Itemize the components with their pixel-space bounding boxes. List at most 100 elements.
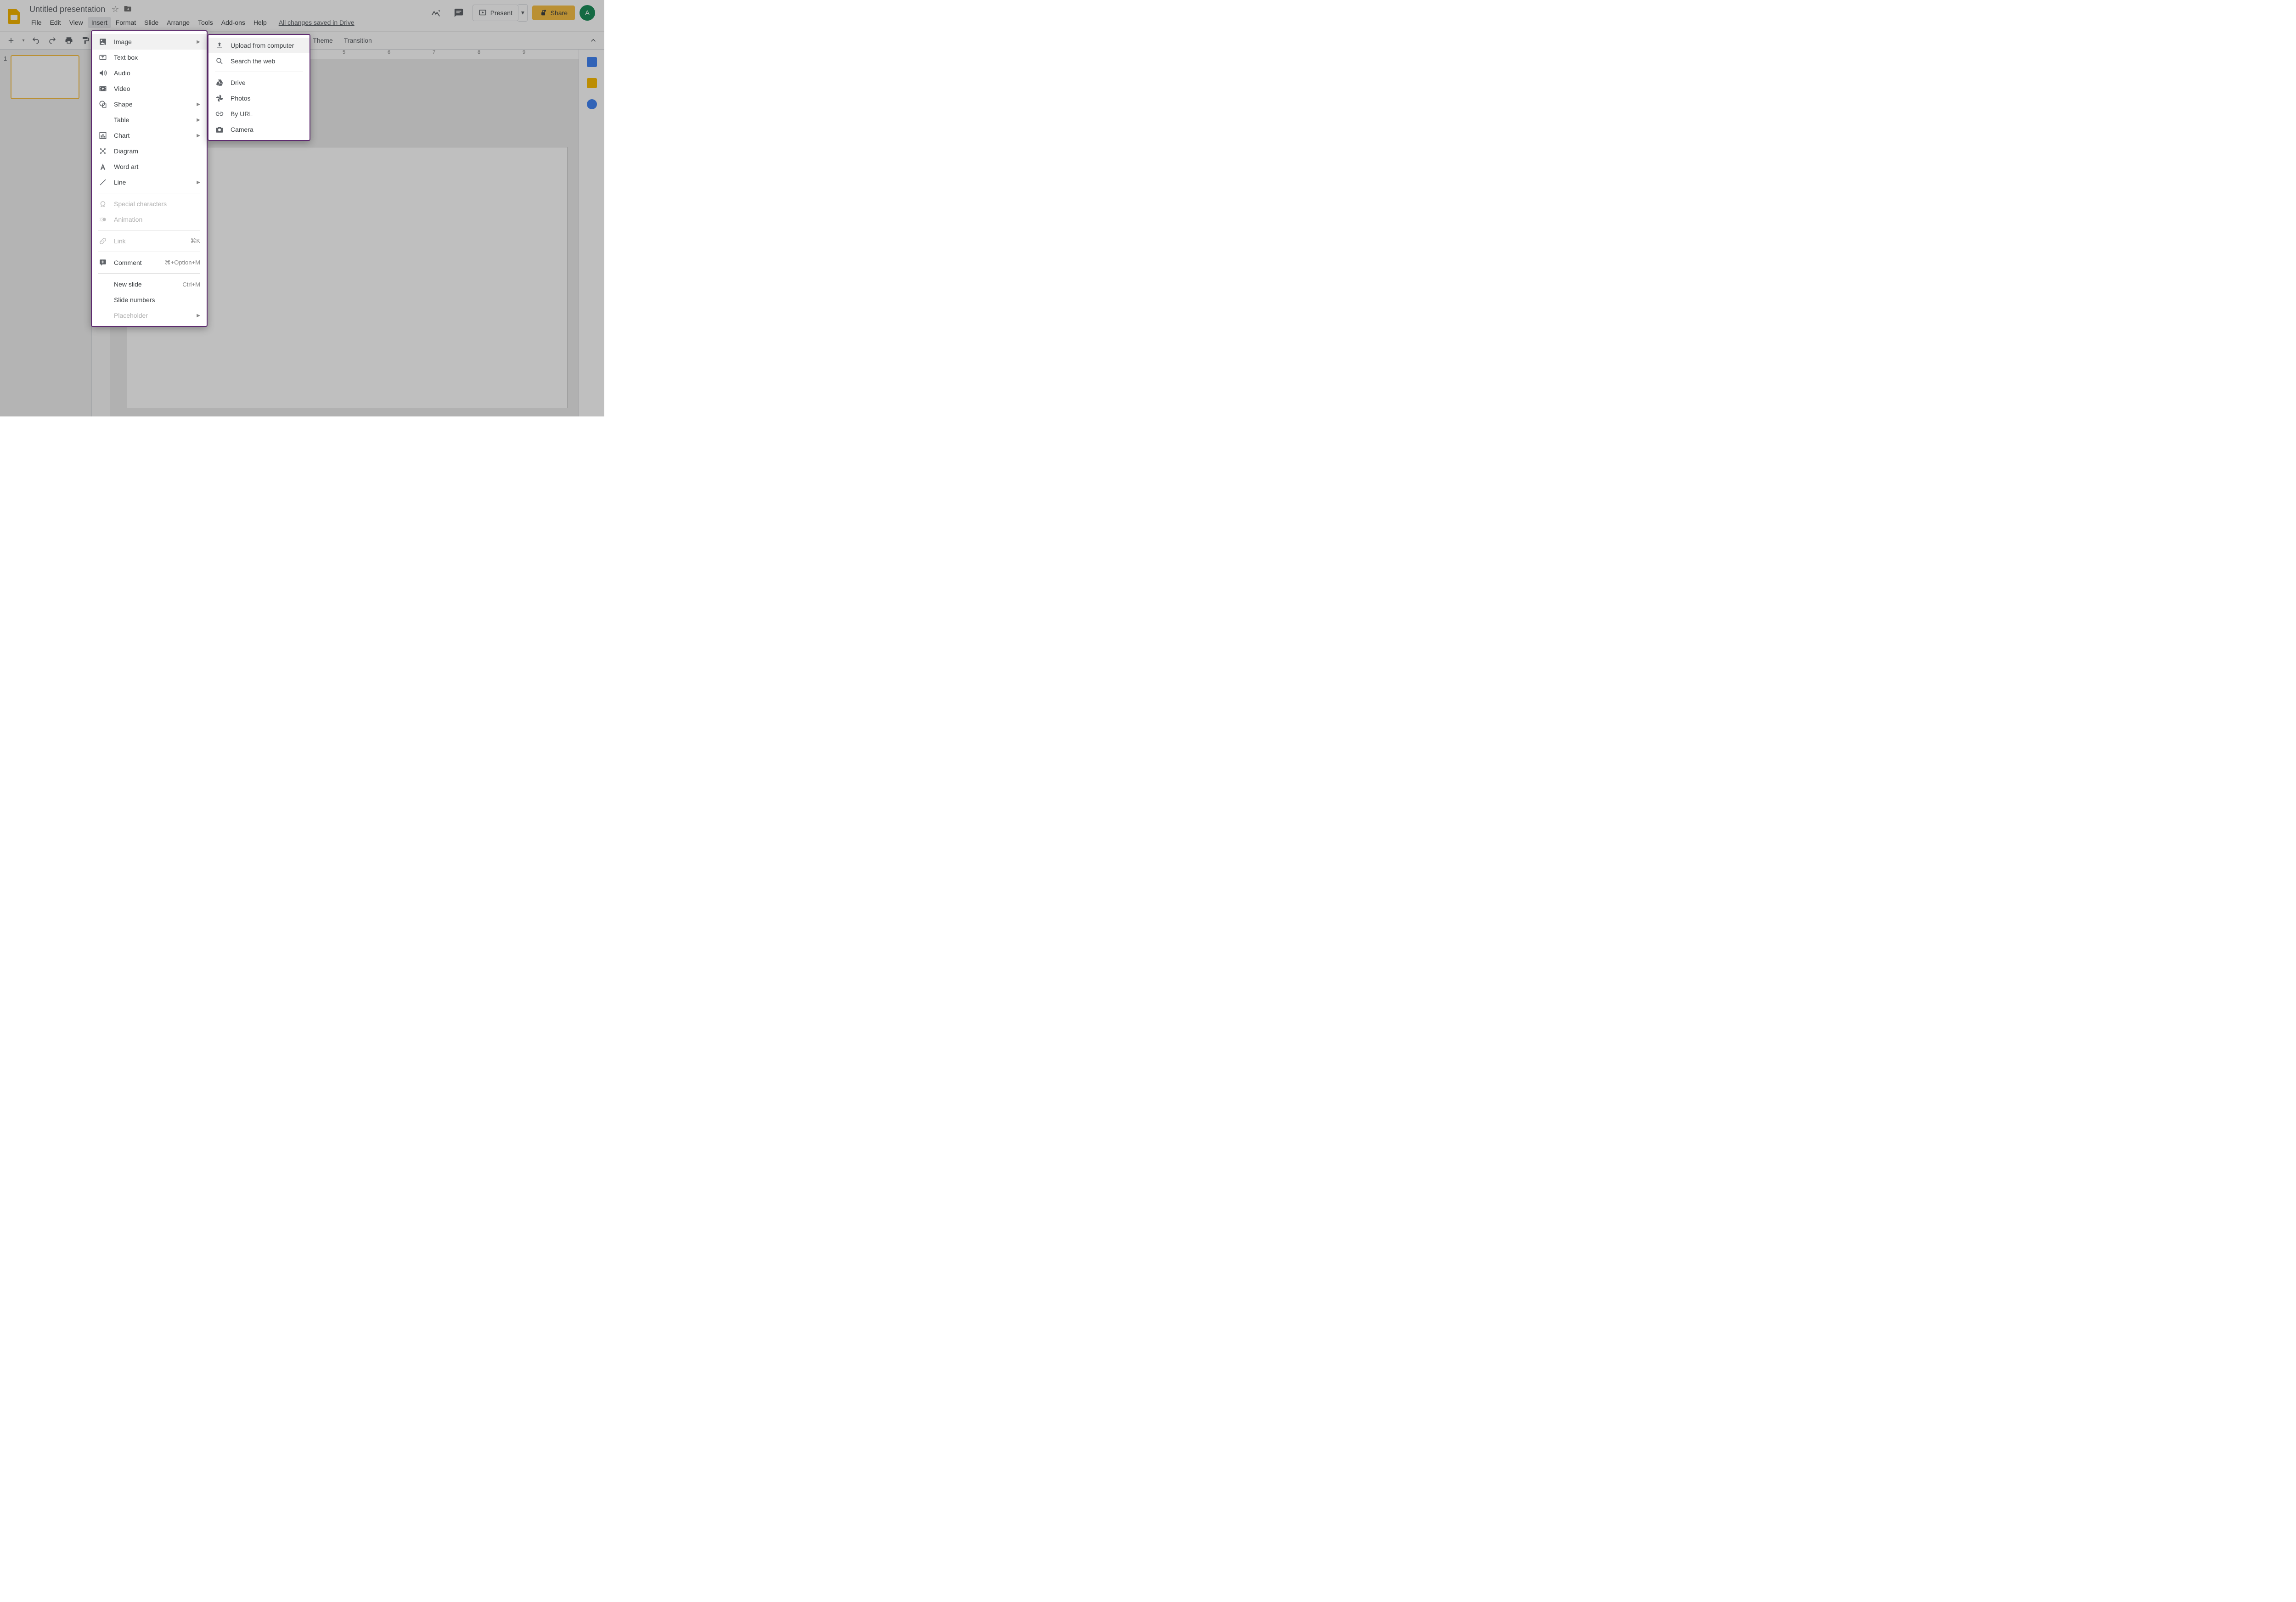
image-search-the-web[interactable]: Search the web xyxy=(208,53,310,69)
insert-chart[interactable]: Chart ▶ xyxy=(92,128,207,143)
submenu-arrow-icon: ▶ xyxy=(197,313,200,318)
insert-shape[interactable]: Shape▶ xyxy=(92,96,207,112)
menu-format[interactable]: Format xyxy=(112,17,140,28)
side-panel xyxy=(579,50,604,416)
menu-item-label: Camera xyxy=(231,126,303,133)
header: Untitled presentation ☆ FileEditViewInse… xyxy=(0,0,604,31)
menu-slide[interactable]: Slide xyxy=(141,17,162,28)
image-photos[interactable]: Photos xyxy=(208,90,310,106)
share-label: Share xyxy=(551,9,568,17)
image-drive[interactable]: Drive xyxy=(208,75,310,90)
drive-icon xyxy=(215,79,224,87)
menu-item-label: Table xyxy=(114,116,190,124)
submenu-arrow-icon: ▶ xyxy=(197,102,200,107)
menu-item-label: Word art xyxy=(114,163,200,170)
calendar-addon-icon[interactable] xyxy=(587,57,597,67)
insert-word-art[interactable]: Word art xyxy=(92,159,207,174)
menu-item-label: Line xyxy=(114,179,190,186)
comment-icon xyxy=(98,259,107,267)
menu-item-label: Placeholder xyxy=(114,312,190,319)
tasks-addon-icon[interactable] xyxy=(587,99,597,109)
chart-icon xyxy=(98,131,107,140)
url-icon xyxy=(215,110,224,118)
collapse-toolbar-icon[interactable] xyxy=(586,33,601,48)
shape-icon xyxy=(98,100,107,108)
menu-arrange[interactable]: Arrange xyxy=(163,17,193,28)
insert-diagram[interactable]: Diagram xyxy=(92,143,207,159)
menu-tools[interactable]: Tools xyxy=(194,17,217,28)
photos-icon xyxy=(215,94,224,102)
insert-audio[interactable]: Audio xyxy=(92,65,207,81)
move-to-folder-icon[interactable] xyxy=(124,5,132,14)
present-button[interactable]: Present xyxy=(473,5,518,21)
present-label: Present xyxy=(490,9,512,17)
image-submenu[interactable]: Upload from computer Search the web Drive P… xyxy=(208,34,310,141)
insert-slide-numbers[interactable]: Slide numbers xyxy=(92,292,207,308)
print-icon[interactable] xyxy=(62,33,76,48)
diagram-icon xyxy=(98,147,107,155)
activity-icon[interactable] xyxy=(427,4,445,22)
keep-addon-icon[interactable] xyxy=(587,78,597,88)
transition-button[interactable]: Transition xyxy=(339,34,377,47)
present-dropdown-icon[interactable]: ▾ xyxy=(518,4,528,22)
menu-insert[interactable]: Insert xyxy=(88,17,111,28)
insert-image[interactable]: Image▶ xyxy=(92,34,207,50)
menu-item-label: Photos xyxy=(231,95,303,102)
slide-thumbnail-panel[interactable]: 1 xyxy=(0,50,92,416)
new-slide-dropdown-icon[interactable]: ▾ xyxy=(20,33,27,48)
insert-text-box[interactable]: Text box xyxy=(92,50,207,65)
menu-item-label: New slide xyxy=(114,281,176,288)
menu-item-label: Video xyxy=(114,85,200,92)
insert-comment[interactable]: Comment ⌘+Option+M xyxy=(92,255,207,270)
image-by-url[interactable]: By URL xyxy=(208,106,310,122)
new-slide-icon[interactable] xyxy=(4,33,18,48)
undo-icon[interactable] xyxy=(28,33,43,48)
share-button[interactable]: Share xyxy=(532,6,575,20)
image-camera[interactable]: Camera xyxy=(208,122,310,137)
menu-item-label: Slide numbers xyxy=(114,296,200,304)
menu-item-label: By URL xyxy=(231,110,303,118)
ruler-tick: 6 xyxy=(366,50,411,59)
search-icon xyxy=(215,57,224,65)
insert-link: Link⌘K xyxy=(92,233,207,249)
submenu-arrow-icon: ▶ xyxy=(197,133,200,138)
camera-icon xyxy=(215,125,224,134)
menu-item-label: Special characters xyxy=(114,200,200,208)
slide-thumbnail[interactable] xyxy=(11,55,79,99)
menu-view[interactable]: View xyxy=(66,17,87,28)
menu-item-label: Chart xyxy=(114,132,190,139)
document-title[interactable]: Untitled presentation xyxy=(28,4,107,15)
upload-icon xyxy=(215,41,224,50)
account-avatar[interactable]: A xyxy=(580,5,595,21)
insert-animation: Animation xyxy=(92,212,207,227)
image-icon xyxy=(98,38,107,46)
header-right-tools: Present ▾ Share A xyxy=(427,4,599,22)
menu-item-label: Text box xyxy=(114,54,200,61)
menu-bar: FileEditViewInsertFormatSlideArrangeTool… xyxy=(28,17,427,28)
theme-button[interactable]: Theme xyxy=(308,34,338,47)
menu-add-ons[interactable]: Add-ons xyxy=(218,17,249,28)
menu-file[interactable]: File xyxy=(28,17,45,28)
menu-help[interactable]: Help xyxy=(250,17,270,28)
wordart-icon xyxy=(98,163,107,171)
save-status[interactable]: All changes saved in Drive xyxy=(279,19,355,26)
insert-video[interactable]: Video xyxy=(92,81,207,96)
insert-new-slide[interactable]: New slideCtrl+M xyxy=(92,276,207,292)
image-upload-from-computer[interactable]: Upload from computer xyxy=(208,38,310,53)
menu-edit[interactable]: Edit xyxy=(46,17,65,28)
shortcut-hint: ⌘+Option+M xyxy=(165,259,200,266)
redo-icon[interactable] xyxy=(45,33,60,48)
menu-item-label: Upload from computer xyxy=(231,42,303,49)
menu-item-label: Comment xyxy=(114,259,158,266)
ruler-tick: 8 xyxy=(456,50,501,59)
insert-menu[interactable]: Image▶Text boxAudioVideoShape▶Table▶Char… xyxy=(91,30,208,327)
insert-table[interactable]: Table▶ xyxy=(92,112,207,128)
comments-icon[interactable] xyxy=(450,4,468,22)
insert-special-characters: Special characters xyxy=(92,196,207,212)
star-icon[interactable]: ☆ xyxy=(112,5,119,14)
submenu-arrow-icon: ▶ xyxy=(197,39,200,45)
slides-logo-icon[interactable] xyxy=(6,4,24,28)
ruler-tick: 5 xyxy=(321,50,366,59)
menu-item-label: Drive xyxy=(231,79,303,86)
insert-line[interactable]: Line▶ xyxy=(92,174,207,190)
